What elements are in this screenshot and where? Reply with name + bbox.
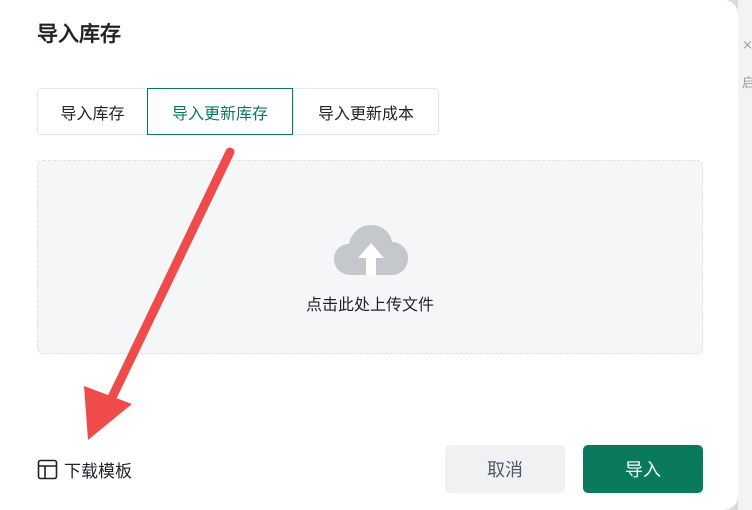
cloud-upload-icon [334,225,408,275]
tab-import-inventory[interactable]: 导入库存 [37,88,147,135]
dialog-title: 导入库存 [37,22,121,46]
template-icon [37,459,58,480]
import-inventory-dialog: 导入库存 导入库存 导入更新库存 导入更新成本 点击此处上传文件 下载模板 取消… [0,0,738,510]
background-text-glyph: 启 [742,76,752,91]
file-upload-area[interactable]: 点击此处上传文件 [37,160,703,354]
background-close-glyph: × [742,38,752,53]
tab-import-update-inventory[interactable]: 导入更新库存 [147,88,293,135]
upload-hint: 点击此处上传文件 [305,295,434,314]
cancel-button[interactable]: 取消 [445,445,565,493]
import-type-tabs: 导入库存 导入更新库存 导入更新成本 [37,88,439,135]
tab-import-update-cost[interactable]: 导入更新成本 [293,88,439,135]
download-template-label: 下载模板 [64,462,132,482]
background-page-strip: × 启 [738,0,752,510]
import-button[interactable]: 导入 [583,445,703,493]
download-template-link[interactable]: 下载模板 [37,457,132,482]
